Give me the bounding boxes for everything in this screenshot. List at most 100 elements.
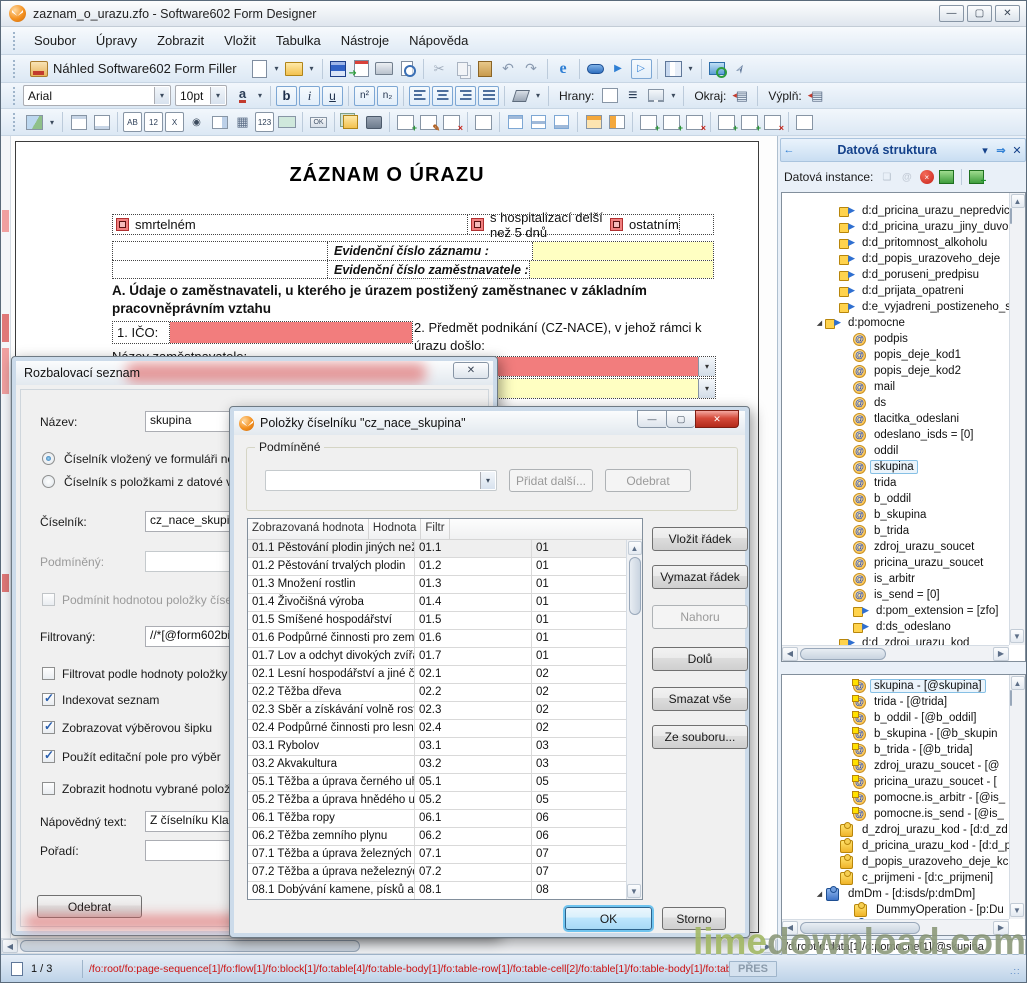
tree-item-label[interactable]: oddil — [870, 444, 902, 458]
tree-item-label[interactable]: b_oddil - [@b_oddil] — [870, 711, 980, 725]
tree-item-label[interactable]: d_pricina_urazu_kod - [d:d_p — [858, 839, 1009, 853]
tree-item-label[interactable]: trida - [@trida] — [870, 695, 951, 709]
tree-item-label[interactable]: mail — [870, 380, 899, 394]
table-row[interactable]: 01.4 Živočišná výroba 01.4 01 — [248, 594, 642, 612]
cell-filter[interactable]: 01 — [532, 540, 628, 557]
dropdown-arrow-icon[interactable] — [668, 86, 678, 106]
tree-item-label[interactable]: is_arbitr — [870, 572, 919, 586]
scroll-thumb[interactable] — [1010, 690, 1012, 706]
odebrat-button[interactable]: Odebrat — [605, 469, 691, 492]
tree-item[interactable]: trida — [782, 475, 1009, 491]
row-add-icon[interactable] — [661, 112, 682, 132]
tree-item-label[interactable]: pricina_urazu_soucet — [870, 556, 987, 570]
table-row[interactable]: 01.6 Podpůrné činnosti pro zeměd 01.6 01 — [248, 630, 642, 648]
menu-item[interactable]: Zobrazit — [147, 29, 214, 52]
scroll-thumb[interactable] — [629, 557, 641, 615]
scroll-down-icon[interactable]: ▼ — [1010, 629, 1024, 643]
cell-value[interactable]: 05.2 — [415, 792, 532, 809]
browser-preview-icon[interactable] — [553, 59, 574, 79]
panel-header[interactable]: Datová struktura ▾ ✕ — [780, 138, 1026, 162]
table-row[interactable]: 02.3 Sběr a získávání volně rostou 02.3 … — [248, 702, 642, 720]
table-row[interactable]: 02.4 Podpůrné činnosti pro lesnict 02.4 … — [248, 720, 642, 738]
add-attribute-icon[interactable] — [898, 169, 915, 185]
redo-icon[interactable] — [521, 59, 542, 79]
field-textarea-icon[interactable] — [276, 112, 297, 132]
align-right-icon[interactable] — [455, 86, 476, 106]
table-row[interactable]: 01.1 Pěstování plodin jiných než tr 01.1… — [248, 540, 642, 558]
cell-filter[interactable]: 05 — [532, 792, 628, 809]
column-header[interactable]: Filtr — [421, 519, 449, 539]
tree-item-label[interactable]: tlacitka_odeslani — [870, 412, 963, 426]
menu-item[interactable]: Úpravy — [86, 29, 147, 52]
table-row[interactable]: 07.2 Těžba a úprava neželezných 07.2 07 — [248, 864, 642, 882]
tree-hscrollbar[interactable]: ◀ ▶ — [782, 645, 1009, 661]
field-oval-icon[interactable] — [585, 59, 606, 79]
font-family-select[interactable]: Arial ▾ — [23, 85, 171, 106]
italic-icon[interactable] — [299, 86, 320, 106]
table-row[interactable]: 06.1 Těžba ropy 06.1 06 — [248, 810, 642, 828]
cell-display-value[interactable]: 02.3 Sběr a získávání volně rostou — [248, 702, 415, 719]
field-ok-icon[interactable] — [308, 112, 329, 132]
row-height-icon[interactable] — [583, 112, 604, 132]
cell-display-value[interactable]: 01.1 Pěstování plodin jiných než tr — [248, 540, 415, 557]
tree-item-label[interactable]: d:d_pricina_urazu_nepredvic — [858, 204, 1009, 218]
data-structure-tree[interactable]: d:d_pricina_urazu_nepredvic d:d_pricina_… — [781, 192, 1026, 662]
print-button-icon[interactable] — [363, 112, 384, 132]
cell-value[interactable]: 07.2 — [415, 864, 532, 881]
save-icon[interactable] — [328, 59, 349, 79]
tree-item-label[interactable]: d_zdroj_urazu_kod - [d:d_zd — [858, 823, 1009, 837]
col-delete-icon[interactable] — [762, 112, 783, 132]
col-add-icon[interactable] — [739, 112, 760, 132]
tree-item[interactable]: pomocne.is_send - [@is_ — [782, 806, 1009, 822]
field-keyboard-icon[interactable] — [232, 112, 253, 132]
view-columns-icon[interactable] — [663, 59, 684, 79]
dropdown-arrow-icon[interactable] — [272, 59, 282, 79]
cell-filter[interactable]: 08 — [532, 882, 628, 899]
tree-item[interactable]: skupina - [@skupina] — [782, 678, 1009, 694]
table-row[interactable]: 05.2 Těžba a úprava hnědého uhl 05.2 05 — [248, 792, 642, 810]
tree-item-label[interactable]: d:d_zdroj_urazu_kod — [858, 636, 973, 645]
tree-item[interactable]: is_arbitr — [782, 571, 1009, 587]
valign-top-icon[interactable] — [505, 112, 526, 132]
tree-item[interactable]: ◢ d:pomocne — [782, 315, 1009, 331]
col-insert-icon[interactable] — [716, 112, 737, 132]
cell-value[interactable]: 01.3 — [415, 576, 532, 593]
tree-item-label[interactable]: d:ds_odeslano — [872, 620, 955, 634]
close-button[interactable]: ✕ — [995, 5, 1020, 22]
bold-icon[interactable] — [276, 86, 297, 106]
table-action-button[interactable]: Vložit řádek — [652, 527, 748, 551]
red-checkbox-icon[interactable] — [471, 218, 484, 231]
table-insert-icon[interactable] — [395, 112, 416, 132]
tree-item-label[interactable]: d:d_prijata_opatreni — [858, 284, 968, 298]
tree-item[interactable]: odeslano_isds = [0] — [782, 427, 1009, 443]
scroll-thumb[interactable] — [800, 648, 886, 660]
tree-item-label[interactable]: b_oddil — [870, 492, 915, 506]
cell-display-value[interactable]: 05.2 Těžba a úprava hnědého uhl — [248, 792, 415, 809]
cell-display-value[interactable]: 07.1 Těžba a úprava železných ru — [248, 846, 415, 863]
table-row[interactable]: 01.3 Množení rostlin 01.3 01 — [248, 576, 642, 594]
tree-item-label[interactable]: d:d_pritomnost_alkoholu — [858, 236, 991, 250]
chevron-down-icon[interactable]: ▾ — [154, 87, 169, 104]
scroll-thumb[interactable] — [20, 940, 360, 952]
tree-item-label[interactable]: d:pom_extension = [zfo] — [872, 604, 1002, 618]
cell-value[interactable]: 05.1 — [415, 774, 532, 791]
border-style-icon[interactable] — [645, 86, 666, 106]
add-comment-icon[interactable] — [878, 169, 895, 185]
add-node-icon[interactable] — [968, 169, 985, 185]
tree-item-label[interactable]: pomocne.is_arbitr - [@is_ — [870, 791, 1009, 805]
tree-item[interactable]: b_oddil — [782, 491, 1009, 507]
delete-node-icon[interactable] — [918, 169, 935, 185]
radio-ciselnik-embedded[interactable] — [42, 452, 55, 465]
tree-item-label[interactable]: skupina — [870, 460, 918, 474]
cell-filter[interactable]: 02 — [532, 702, 628, 719]
zobrazit-checkbox[interactable] — [42, 782, 55, 795]
cell-display-value[interactable]: 01.5 Smíšené hospodářství — [248, 612, 415, 629]
tree-item-label[interactable]: b_trida — [870, 524, 913, 538]
table-action-button[interactable]: Nahoru — [652, 605, 748, 629]
run-current-icon[interactable] — [631, 59, 652, 79]
cell-filter[interactable]: 06 — [532, 828, 628, 845]
cell-value[interactable]: 03.1 — [415, 738, 532, 755]
cell-display-value[interactable]: 06.1 Těžba ropy — [248, 810, 415, 827]
tree-item-label[interactable]: zdroj_urazu_soucet - [@ — [870, 759, 1003, 773]
cell-display-value[interactable]: 03.1 Rybolov — [248, 738, 415, 755]
